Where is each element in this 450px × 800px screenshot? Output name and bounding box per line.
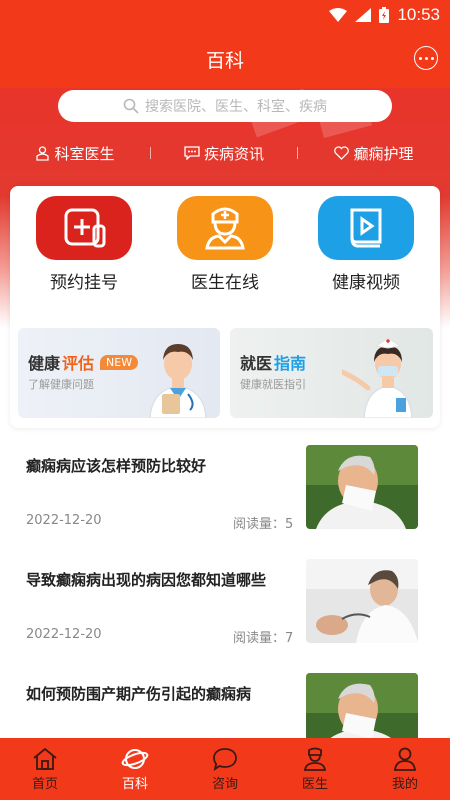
heart-icon bbox=[334, 146, 350, 160]
feature-label: 健康视频 bbox=[332, 273, 400, 293]
bottom-tab-bar: 首页 百科 咨询 医生 我的 bbox=[0, 738, 450, 800]
tab-label: 我的 bbox=[391, 776, 418, 792]
promo-title-part: 健康 bbox=[28, 354, 61, 373]
article-item[interactable]: 导致癫痫病出现的病因您都知道哪些 2022-12-20 阅读量：7 bbox=[0, 559, 450, 669]
feature-label: 医生在线 bbox=[191, 273, 259, 293]
doctor-illustration bbox=[149, 344, 207, 418]
category-departments[interactable]: 科室医生 bbox=[0, 143, 150, 164]
article-photo bbox=[306, 445, 418, 529]
tab-label: 咨询 bbox=[211, 776, 238, 792]
feature-doctor-online[interactable]: 医生在线 bbox=[165, 196, 285, 293]
chat-icon bbox=[184, 146, 200, 160]
planet-icon bbox=[121, 748, 149, 769]
tab-label: 百科 bbox=[121, 776, 148, 792]
article-title: 癫痫病应该怎样预防比较好 bbox=[26, 457, 207, 475]
more-options-button[interactable] bbox=[414, 46, 438, 70]
article-item[interactable]: 癫痫病应该怎样预防比较好 2022-12-20 阅读量：5 bbox=[0, 445, 450, 555]
feature-appointment[interactable]: 预约挂号 bbox=[24, 196, 144, 293]
article-photo bbox=[306, 559, 418, 643]
chat-bubble-icon bbox=[213, 747, 237, 771]
tab-consult[interactable]: 咨询 bbox=[180, 738, 270, 800]
category-label: 癫痫护理 bbox=[353, 144, 414, 163]
promo-title-accent: 评估 bbox=[62, 354, 95, 373]
promo-title: 就医 指南 bbox=[240, 350, 306, 374]
tab-label: 首页 bbox=[31, 776, 58, 792]
promo-subtitle: 健康就医指引 bbox=[240, 378, 306, 391]
battery-icon bbox=[379, 7, 390, 23]
article-date: 2022-12-20 bbox=[26, 627, 102, 642]
promo-title: 健康 评估 NEW bbox=[28, 350, 139, 374]
signal-icon bbox=[355, 8, 372, 22]
article-title: 如何预防围产期产伤引起的癫痫病 bbox=[26, 685, 252, 703]
category-nav: 科室医生 疾病资讯 癫痫护理 bbox=[0, 138, 450, 168]
category-label: 疾病资讯 bbox=[203, 144, 264, 163]
promo-medical-guide[interactable]: 就医 指南 健康就医指引 bbox=[230, 328, 433, 418]
promo-title-part: 就医 bbox=[240, 354, 273, 373]
search-icon bbox=[123, 98, 139, 114]
category-label: 科室医生 bbox=[54, 144, 115, 163]
feature-health-video-button[interactable] bbox=[318, 196, 414, 260]
article-thumbnail bbox=[306, 445, 418, 529]
feature-label: 预约挂号 bbox=[50, 273, 118, 293]
doctor-badge-icon bbox=[36, 145, 50, 161]
dot-icon bbox=[430, 56, 434, 60]
video-book-icon bbox=[350, 208, 382, 248]
status-bar: 10:53 bbox=[0, 0, 450, 32]
calendar-plus-icon bbox=[64, 208, 106, 248]
tab-doctor[interactable]: 医生 bbox=[270, 738, 360, 800]
article-title: 导致癫痫病出现的病因您都知道哪些 bbox=[26, 571, 267, 589]
tab-home[interactable]: 首页 bbox=[0, 738, 90, 800]
feature-appointment-button[interactable] bbox=[36, 196, 132, 260]
promo-health-assessment[interactable]: 健康 评估 NEW 了解健康问题 bbox=[18, 328, 220, 418]
article-read-count: 阅读量：7 bbox=[233, 631, 294, 646]
status-time: 10:53 bbox=[397, 5, 440, 24]
wifi-icon bbox=[329, 8, 348, 22]
category-epilepsy-care[interactable]: 癫痫护理 bbox=[298, 143, 450, 164]
article-read-count: 阅读量：5 bbox=[233, 517, 294, 532]
tab-encyclopedia[interactable]: 百科 bbox=[90, 738, 180, 800]
home-icon bbox=[33, 747, 57, 770]
feature-card: 预约挂号 医生在线 健康视频 健康 评估 NEW 了解健康问题 就医 指南 健康… bbox=[10, 186, 440, 428]
nurse-illustration bbox=[342, 337, 413, 418]
doctor-icon bbox=[205, 207, 245, 250]
tab-profile[interactable]: 我的 bbox=[360, 738, 450, 800]
article-thumbnail bbox=[306, 559, 418, 643]
article-date: 2022-12-20 bbox=[26, 513, 102, 528]
feature-doctor-online-button[interactable] bbox=[177, 196, 273, 260]
dot-icon bbox=[424, 56, 428, 60]
search-input[interactable]: 搜索医院、医生、科室、疾病 bbox=[58, 90, 392, 122]
new-badge: NEW bbox=[100, 354, 139, 370]
doctor-person-icon bbox=[303, 747, 327, 771]
category-disease-news[interactable]: 疾病资讯 bbox=[151, 143, 297, 164]
page-title: 百科 bbox=[205, 50, 244, 72]
promo-subtitle: 了解健康问题 bbox=[28, 378, 94, 391]
promo-title-accent: 指南 bbox=[274, 354, 307, 373]
user-icon bbox=[393, 747, 417, 771]
dot-icon bbox=[418, 56, 422, 60]
app-bar: 百科 bbox=[0, 32, 450, 88]
search-placeholder: 搜索医院、医生、科室、疾病 bbox=[145, 99, 327, 115]
feature-health-video[interactable]: 健康视频 bbox=[306, 196, 426, 293]
tab-label: 医生 bbox=[301, 776, 328, 792]
